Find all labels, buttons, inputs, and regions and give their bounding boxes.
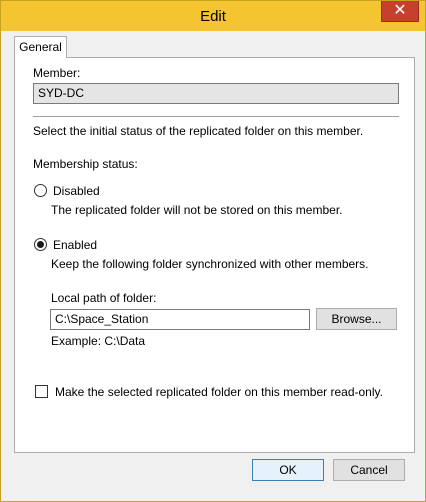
local-path-label: Local path of folder: [51,291,157,305]
cancel-button[interactable]: Cancel [333,459,405,481]
read-only-checkbox[interactable] [35,385,48,398]
separator [33,116,399,117]
disabled-radio-label[interactable]: Disabled [53,184,100,198]
disabled-radio[interactable] [34,184,47,197]
read-only-label[interactable]: Make the selected replicated folder on t… [55,385,383,399]
general-tab-panel: Member: SYD-DC Select the initial status… [14,57,415,453]
path-example: Example: C:\Data [51,334,146,348]
window-title: Edit [200,8,226,25]
member-label: Member: [33,66,81,80]
browse-button[interactable]: Browse... [316,308,397,330]
enabled-description: Keep the following folder synchronized w… [51,257,369,271]
disabled-description: The replicated folder will not be stored… [51,203,343,217]
enabled-radio-label[interactable]: Enabled [53,238,97,252]
member-field: SYD-DC [33,83,399,104]
membership-status-label: Membership status: [33,157,138,171]
enabled-radio[interactable] [34,238,47,251]
local-path-input[interactable]: C:\Space_Station [50,309,310,330]
close-icon[interactable]: ✕ [381,1,419,22]
title-bar[interactable]: Edit ✕ [1,1,425,31]
tab-general[interactable]: General [14,36,67,58]
ok-button[interactable]: OK [252,459,324,481]
instruction-text: Select the initial status of the replica… [33,124,364,138]
edit-dialog: Edit ✕ General Member: SYD-DC Select the… [0,0,426,502]
